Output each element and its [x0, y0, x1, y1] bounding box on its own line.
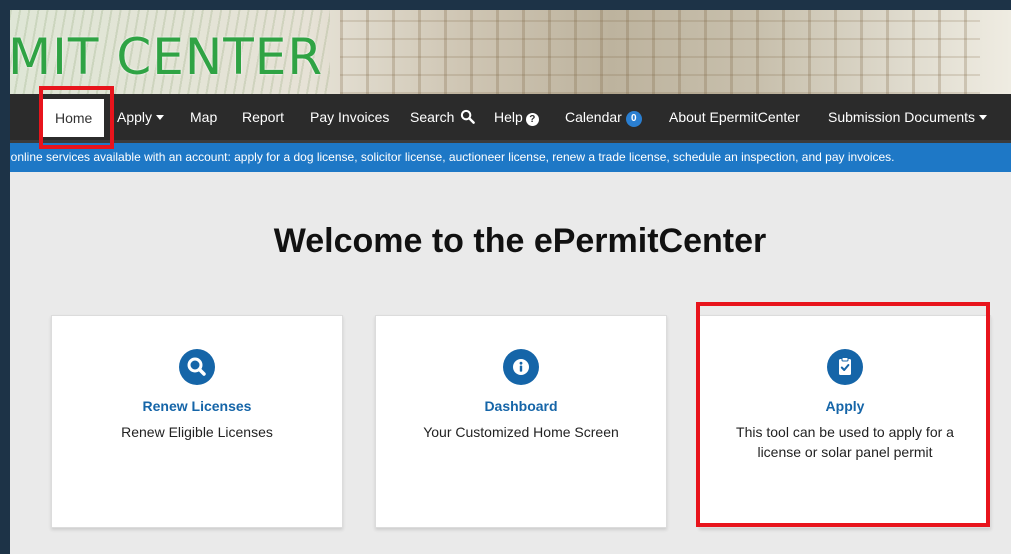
nav-report[interactable]: Report	[242, 94, 284, 140]
nav-pay-invoices[interactable]: Pay Invoices	[310, 94, 389, 140]
site-title[interactable]: MIT CENTER	[10, 28, 323, 86]
search-icon	[179, 349, 215, 385]
nav-about-label: About EpermitCenter	[669, 109, 800, 125]
card-title[interactable]: Renew Licenses	[52, 398, 342, 414]
app-frame: MIT CENTER Home Apply Map Report Pay Inv…	[10, 10, 1011, 554]
nav-calendar[interactable]: Calendar 0	[565, 94, 642, 140]
nav-submission-documents[interactable]: Submission Documents	[828, 94, 988, 140]
header-banner: MIT CENTER	[10, 10, 1011, 94]
card-renew-licenses[interactable]: Renew Licenses Renew Eligible Licenses	[51, 315, 343, 528]
calendar-count-badge: 0	[625, 111, 642, 127]
search-icon	[461, 109, 476, 124]
card-dashboard[interactable]: Dashboard Your Customized Home Screen	[375, 315, 667, 528]
page-title: Welcome to the ePermitCenter	[273, 222, 767, 260]
card-description: Renew Eligible Licenses	[121, 424, 273, 440]
info-banner-text: t online services available with an acco…	[10, 150, 895, 164]
annotation-highlight-apply	[696, 302, 990, 527]
banner-building-image	[340, 10, 980, 94]
nav-about[interactable]: About EpermitCenter	[669, 94, 800, 140]
nav-search[interactable]: Search	[410, 94, 476, 140]
annotation-highlight-home	[39, 86, 114, 149]
nav-pay-invoices-label: Pay Invoices	[310, 109, 390, 125]
nav-submission-documents-label: Submission Documents	[828, 109, 976, 125]
nav-search-label: Search	[410, 109, 455, 125]
nav-map-label: Map	[190, 109, 218, 125]
question-circle-icon: ?	[525, 113, 539, 126]
nav-map[interactable]: Map	[190, 94, 217, 140]
nav-help-label: Help	[494, 109, 523, 125]
nav-help[interactable]: Help?	[494, 94, 539, 140]
info-icon	[503, 349, 539, 385]
chevron-down-icon	[156, 115, 165, 120]
nav-calendar-label: Calendar	[565, 109, 622, 125]
card-title[interactable]: Dashboard	[376, 398, 666, 414]
nav-apply-label: Apply	[117, 109, 153, 125]
chevron-down-icon	[979, 115, 988, 120]
nav-apply[interactable]: Apply	[117, 94, 165, 140]
card-description: Your Customized Home Screen	[423, 424, 619, 440]
info-banner: t online services available with an acco…	[10, 143, 1011, 172]
nav-report-label: Report	[242, 109, 285, 125]
main-nav: Home Apply Map Report Pay Invoices Searc…	[10, 94, 1011, 143]
